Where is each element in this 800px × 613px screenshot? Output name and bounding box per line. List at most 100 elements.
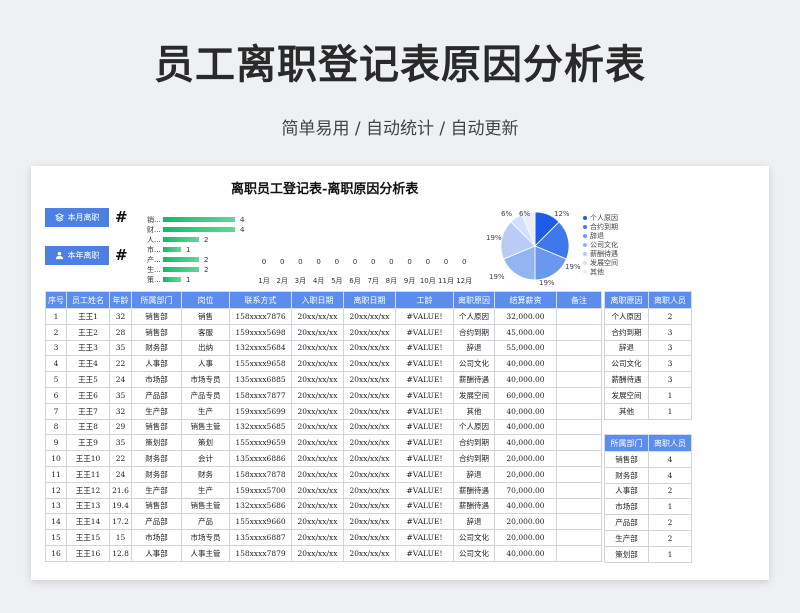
table-cell: 155xxxx9660 <box>229 513 292 531</box>
table-cell: 生产 <box>181 481 230 499</box>
user-icon <box>55 251 63 260</box>
table-cell: #VALUE! <box>395 371 454 388</box>
page-subtitle: 简单易用 / 自动统计 / 自动更新 <box>281 119 519 139</box>
bar-category-label: 销... <box>147 215 161 224</box>
table-cell: 王王9 <box>66 434 110 452</box>
table-cell: 4 <box>45 355 67 373</box>
table-cell: 40,000.00 <box>494 355 557 373</box>
line-x-tick: 7月 <box>367 277 379 285</box>
reason-pie-chart <box>500 211 570 281</box>
table-cell: 20xx/xx/xx <box>291 529 344 546</box>
table-cell: 135xxxx6885 <box>229 371 292 388</box>
column-header: 离职原因 <box>453 291 495 309</box>
table-cell: 158xxxx7879 <box>229 544 292 562</box>
table-cell: 合约到期 <box>604 323 649 341</box>
table-cell: 王王1 <box>66 308 110 325</box>
table-cell: 王王14 <box>66 513 110 531</box>
table-row: 13 王王13 19.4 销售部 销售主管 132xxxx5686 20xx/xx/xx 20… <box>45 497 602 515</box>
table-cell: 销售部 <box>131 308 182 325</box>
bar-row: 销... 4 <box>147 215 244 224</box>
table-cell: 财务部 <box>131 465 182 483</box>
legend-dot-icon <box>583 251 587 256</box>
table-cell: 158xxxx7876 <box>229 308 292 325</box>
table-cell: 20xx/xx/xx <box>343 450 396 467</box>
bar-value-label: 2 <box>204 255 209 264</box>
table-row: 2 王王2 28 销售部 客服 159xxxx5698 20xx/xx/xx 20xx/xx/… <box>45 323 602 341</box>
table-cell: 1 <box>648 545 692 563</box>
line-point-value: 0 <box>407 258 412 266</box>
table-cell: 出纳 <box>181 339 230 357</box>
table-cell: 159xxxx5700 <box>229 481 292 499</box>
table-cell: 20xx/xx/xx <box>343 386 396 404</box>
table-cell: 20xx/xx/xx <box>291 308 344 325</box>
table-cell: 王王15 <box>66 529 110 546</box>
column-header: 结算薪资 <box>494 291 557 309</box>
table-cell: 销售部 <box>131 323 182 341</box>
table-cell: 公司文化 <box>604 355 649 373</box>
pie-slice-label: 19% <box>539 279 555 287</box>
table-cell: 20,000.00 <box>494 513 557 531</box>
table-cell: 20xx/xx/xx <box>291 339 344 357</box>
table-cell: 产品专员 <box>181 386 230 404</box>
table-cell: 20xx/xx/xx <box>291 497 344 515</box>
kpi-monthly-value: # <box>115 208 128 226</box>
reason-row: 个人原因 2 <box>604 308 692 325</box>
table-cell: 10 <box>45 450 67 467</box>
column-header: 备注 <box>556 291 602 309</box>
table-cell: 13 <box>45 497 67 515</box>
table-cell: 薪酬待遇 <box>453 481 495 499</box>
column-header: 工龄 <box>395 291 454 309</box>
bar-row: 策... 1 <box>147 275 190 284</box>
line-point-value: 0 <box>352 258 358 266</box>
table-cell: 市场专员 <box>181 529 230 546</box>
table-cell: 40,000.00 <box>494 497 557 515</box>
table-cell: 财务部 <box>604 466 649 484</box>
table-cell <box>556 308 602 325</box>
pie-slice-label: 12% <box>554 210 570 218</box>
sheet-title: 离职员工登记表-离职原因分析表 <box>231 182 419 197</box>
table-cell: 35 <box>109 386 132 404</box>
table-cell: 6 <box>45 386 67 404</box>
table-row: 9 王王9 35 策划部 策划 155xxxx9659 20xx/xx/xx 20xx/xx/… <box>45 434 602 452</box>
table-cell <box>556 371 602 388</box>
line-x-tick: 3月 <box>294 277 307 285</box>
line-x-tick: 12月 <box>456 277 473 285</box>
bar-row: 产... 2 <box>147 255 208 264</box>
table-cell: 2 <box>648 308 692 325</box>
bar-value-label: 4 <box>240 225 245 234</box>
table-cell <box>556 497 602 515</box>
column-header: 所属部门 <box>604 434 649 452</box>
dept-row: 市场部 1 <box>604 498 692 516</box>
table-cell: 20xx/xx/xx <box>291 513 344 531</box>
table-cell: #VALUE! <box>395 513 454 531</box>
bar-category-label: 生... <box>147 265 161 274</box>
table-cell <box>556 339 602 357</box>
table-cell: 2 <box>648 529 692 547</box>
bar-category-label: 人... <box>147 235 161 244</box>
table-cell: #VALUE! <box>395 497 454 515</box>
table-cell: 人事部 <box>131 355 182 373</box>
table-cell: #VALUE! <box>395 544 454 562</box>
line-x-tick: 9月 <box>403 277 416 285</box>
table-cell: 公司文化 <box>453 355 495 373</box>
line-x-tick: 5月 <box>331 277 343 285</box>
table-cell: 55,000.00 <box>494 339 557 357</box>
table-cell <box>556 465 602 483</box>
table-cell: 产品 <box>181 513 230 531</box>
line-point-value: 0 <box>334 258 340 266</box>
table-cell <box>556 386 602 404</box>
table-cell: #VALUE! <box>395 434 454 452</box>
bar-category-label: 市... <box>147 245 161 254</box>
table-cell: 155xxxx9658 <box>229 355 292 373</box>
column-header: 岗位 <box>181 291 230 309</box>
table-cell: 159xxxx5699 <box>229 402 292 420</box>
table-cell: 薪酬待遇 <box>604 371 649 388</box>
table-cell: 22 <box>109 355 132 373</box>
reason-row: 其他 1 <box>604 402 692 420</box>
bar-value-label: 1 <box>186 275 191 284</box>
table-row: 8 王王8 29 销售部 销售主管 132xxxx5685 20xx/xx/xx 20xx/x… <box>45 418 602 436</box>
table-cell: 其他 <box>453 402 495 420</box>
dept-row: 人事部 2 <box>604 482 692 500</box>
table-cell: 20xx/xx/xx <box>343 497 396 515</box>
table-cell: 3 <box>648 355 692 373</box>
